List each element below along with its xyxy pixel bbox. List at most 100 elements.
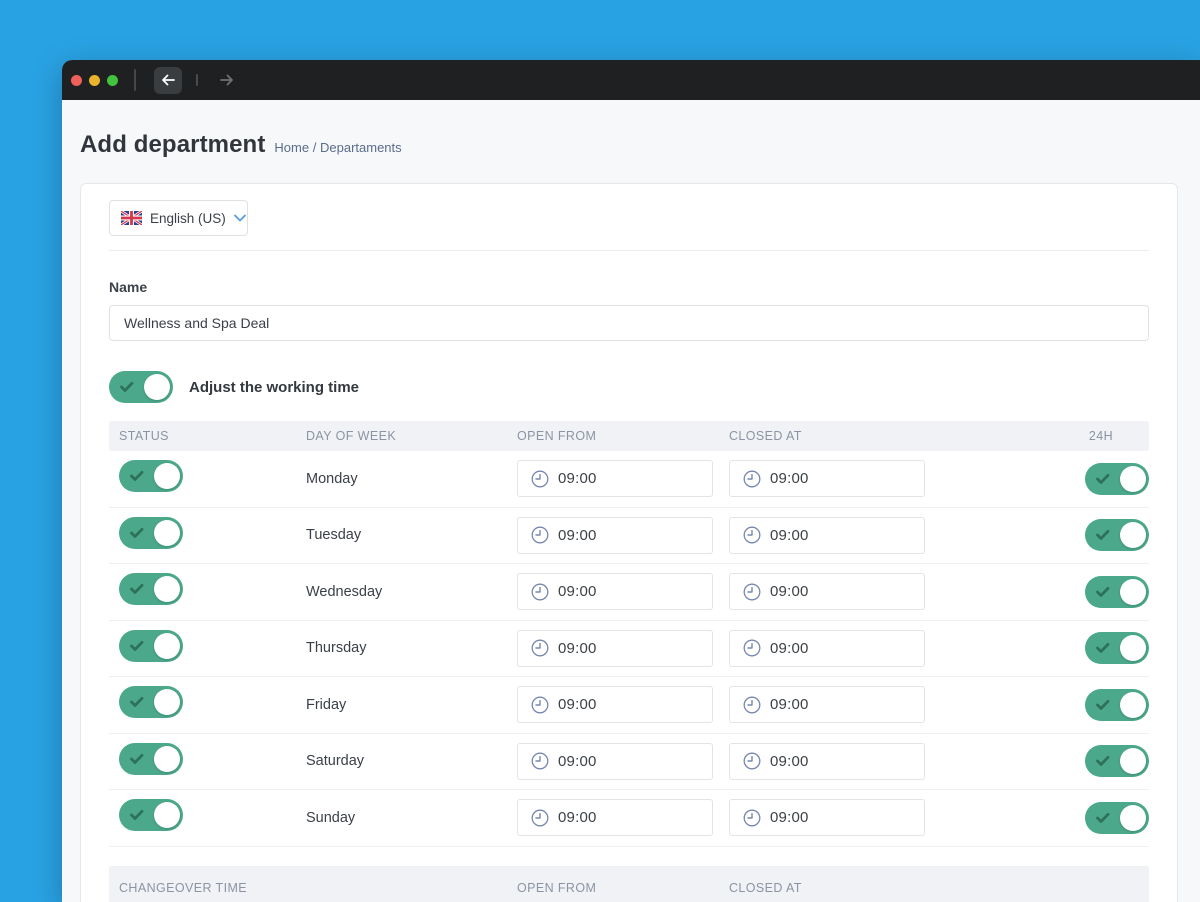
toggle-knob (1120, 635, 1146, 662)
closed-at-value: 09:00 (770, 639, 809, 657)
open-from-value: 09:00 (558, 639, 597, 657)
all-day-toggle[interactable] (1085, 801, 1149, 834)
open-from-input[interactable]: 09:00 (517, 573, 713, 611)
check-icon (130, 471, 144, 482)
day-label: Sunday (306, 809, 356, 826)
maximize-window-button[interactable] (107, 74, 118, 86)
day-status-toggle[interactable] (119, 742, 183, 775)
breadcrumb-home-link[interactable]: Home (274, 140, 309, 155)
day-cell: Thursday (296, 639, 507, 657)
header-changeover-time: CHANGEOVER TIME (119, 880, 248, 895)
schedule-row: Friday 09:00 09:00 (109, 677, 1149, 734)
titlebar-divider-small (196, 74, 198, 86)
toggle-knob (154, 689, 180, 716)
toggle-knob (1120, 748, 1146, 775)
check-icon (130, 640, 144, 651)
status-cell (109, 686, 296, 723)
status-cell (109, 742, 296, 780)
page-header: Add department Home / Departaments (80, 131, 1178, 159)
closed-at-input[interactable]: 09:00 (729, 799, 925, 837)
header-closed-at: CLOSED AT (729, 429, 802, 443)
back-button[interactable] (154, 66, 182, 94)
closed-at-cell: 09:00 (719, 799, 931, 837)
open-from-input[interactable]: 09:00 (517, 516, 713, 554)
clock-icon (531, 526, 549, 544)
open-from-input[interactable]: 09:00 (517, 629, 713, 667)
toggle-knob (154, 463, 180, 490)
titlebar-divider (134, 69, 136, 91)
closed-at-value: 09:00 (770, 470, 809, 488)
all-day-toggle[interactable] (1085, 519, 1149, 552)
clock-icon (531, 583, 549, 601)
toggle-knob (154, 632, 180, 659)
closed-at-input[interactable]: 09:00 (729, 686, 925, 724)
schedule-row: Sunday 09:00 09:00 (109, 790, 1149, 847)
status-cell (109, 799, 296, 836)
working-time-toggle-label: Adjust the working time (189, 378, 360, 396)
department-form-card: English (US) Name Wellness and Spa Deal … (80, 183, 1178, 902)
browser-window: Add department Home / Departaments Engli… (62, 60, 1200, 902)
day-status-toggle[interactable] (119, 799, 183, 832)
closed-at-input[interactable]: 09:00 (729, 629, 925, 667)
day-status-toggle[interactable] (119, 686, 183, 719)
day-status-toggle[interactable] (119, 460, 183, 493)
check-icon (130, 527, 144, 538)
clock-icon (743, 809, 761, 827)
closed-at-input[interactable]: 09:00 (729, 516, 925, 554)
open-from-input[interactable]: 09:00 (517, 686, 713, 724)
all-day-toggle[interactable] (1085, 575, 1149, 608)
status-cell (109, 573, 296, 610)
all-day-toggle[interactable] (1085, 745, 1149, 778)
closed-at-cell: 09:00 (719, 460, 931, 498)
day-status-toggle[interactable] (119, 573, 183, 606)
closed-at-cell: 09:00 (719, 742, 931, 780)
clock-icon (743, 752, 761, 770)
close-window-button[interactable] (71, 74, 82, 86)
check-icon (1096, 643, 1110, 654)
closed-at-input[interactable]: 09:00 (729, 742, 925, 780)
schedule-row: Tuesday 09:00 09:00 (109, 508, 1149, 564)
check-icon (1096, 756, 1110, 767)
clock-icon (743, 696, 761, 714)
minimize-window-button[interactable] (89, 74, 100, 86)
check-icon (120, 381, 134, 393)
language-selector[interactable]: English (US) (109, 200, 248, 236)
open-from-input[interactable]: 09:00 (517, 799, 713, 837)
all-day-toggle[interactable] (1085, 632, 1149, 665)
clock-icon (743, 583, 761, 601)
all-day-toggle[interactable] (1085, 462, 1149, 495)
day-status-toggle[interactable] (119, 629, 183, 662)
forward-button[interactable] (213, 67, 241, 94)
open-from-cell: 09:00 (507, 742, 719, 780)
toggle-knob (154, 745, 180, 772)
open-from-value: 09:00 (558, 809, 597, 827)
open-from-input[interactable]: 09:00 (517, 460, 713, 498)
toggle-knob (1120, 804, 1146, 831)
toggle-knob (1120, 465, 1146, 492)
status-cell (109, 629, 296, 667)
schedule-row: Thursday 09:00 09:00 (109, 621, 1149, 677)
day-label: Wednesday (306, 583, 383, 600)
all-day-cell (931, 745, 1149, 778)
clock-icon (743, 470, 761, 488)
schedule-row: Saturday 09:00 09:00 (109, 734, 1149, 790)
breadcrumb-current: Departaments (319, 140, 402, 155)
chevron-down-icon (233, 214, 246, 222)
clock-icon (531, 639, 549, 657)
day-status-toggle[interactable] (119, 516, 183, 549)
closed-at-value: 09:00 (770, 696, 809, 714)
header-day-of-week: DAY OF WEEK (306, 429, 397, 443)
name-input[interactable] (109, 305, 1149, 341)
day-label: Saturday (306, 753, 365, 770)
open-from-value: 09:00 (558, 470, 597, 488)
all-day-cell (931, 519, 1149, 552)
uk-flag-icon (121, 211, 142, 225)
check-icon (1096, 586, 1110, 597)
closed-at-input[interactable]: 09:00 (729, 573, 925, 611)
all-day-toggle[interactable] (1085, 688, 1149, 721)
working-time-toggle[interactable] (109, 371, 173, 403)
open-from-input[interactable]: 09:00 (517, 742, 713, 780)
closed-at-input[interactable]: 09:00 (729, 460, 925, 498)
closed-at-cell: 09:00 (719, 516, 931, 554)
check-icon (130, 584, 144, 595)
